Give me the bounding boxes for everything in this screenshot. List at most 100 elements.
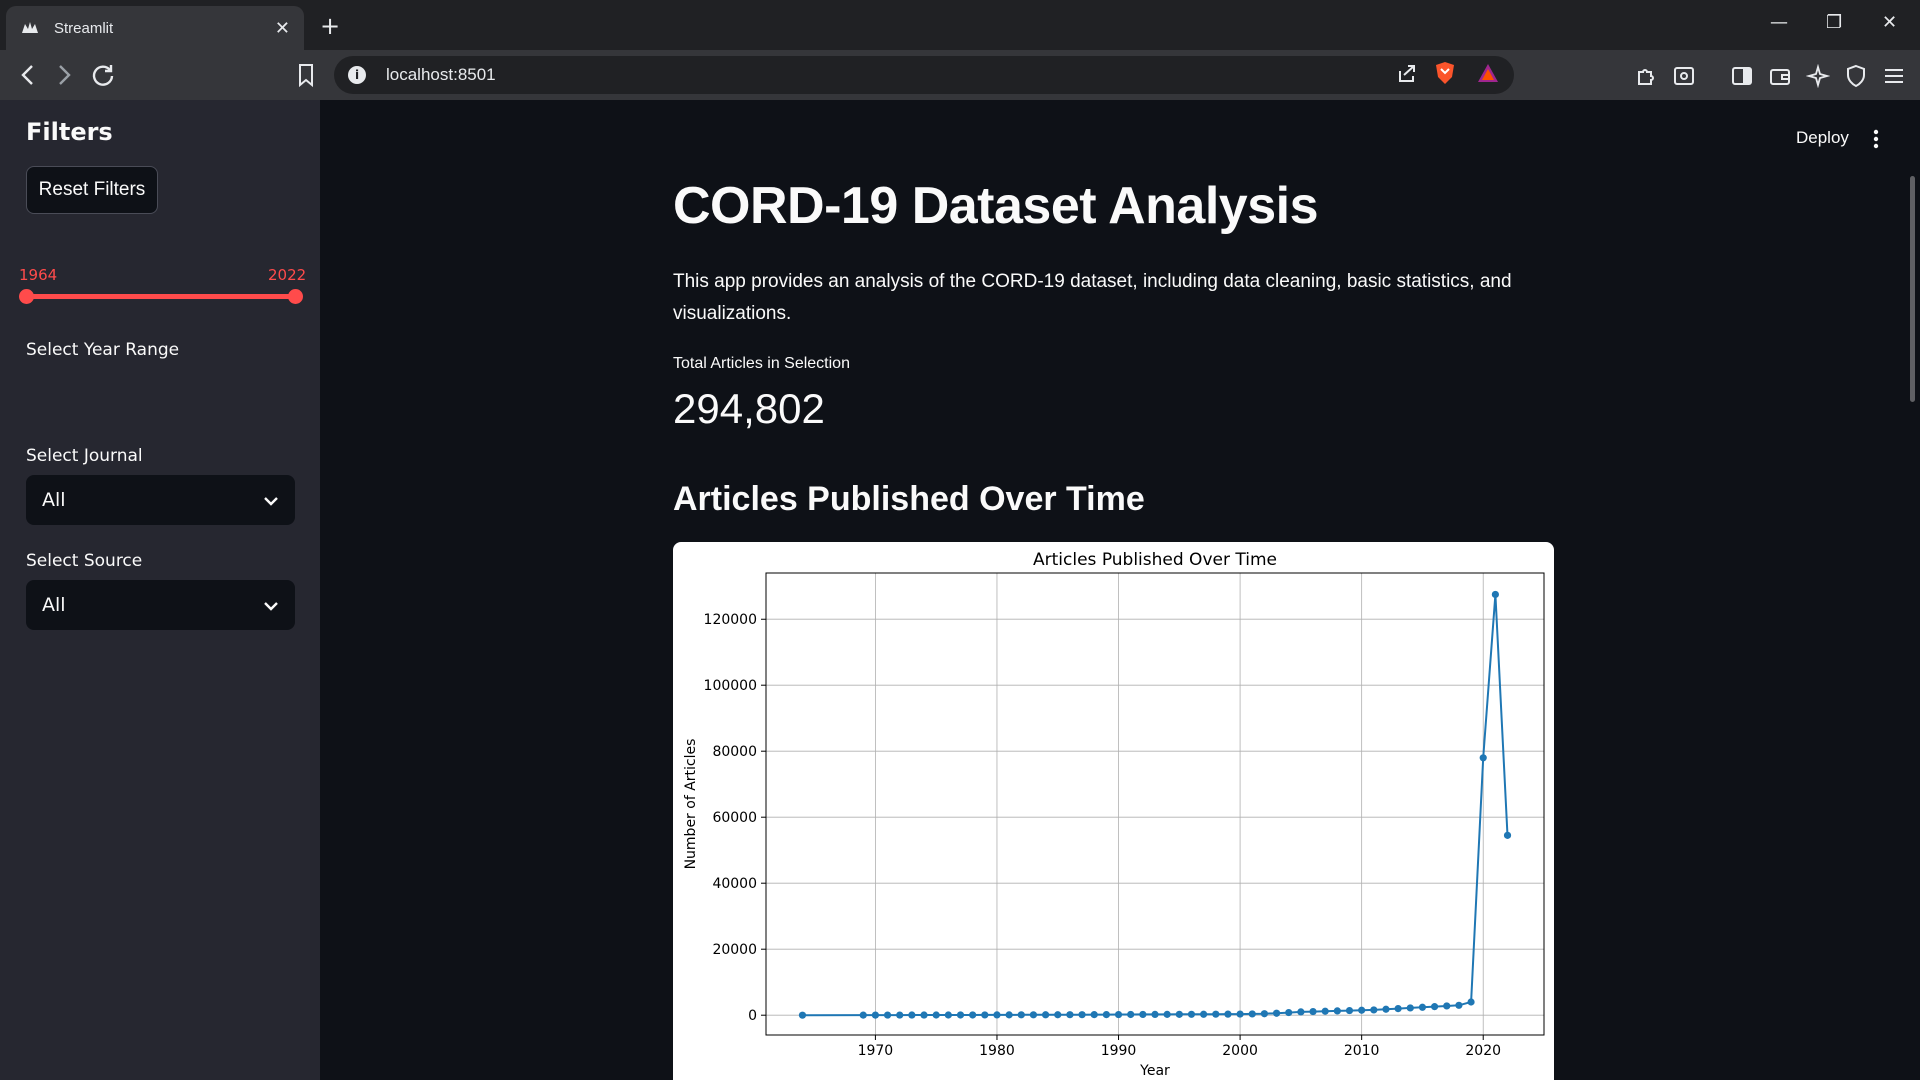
data-point (932, 1011, 940, 1019)
year-range-max-value: 2022 (268, 266, 307, 284)
metric-value: 294,802 (673, 385, 825, 432)
y-tick-label: 100000 (704, 678, 757, 694)
y-tick-label: 40000 (712, 876, 757, 892)
data-point (1066, 1011, 1074, 1019)
browser-tab[interactable]: Streamlit ✕ (6, 6, 304, 50)
data-point (1455, 1001, 1463, 1009)
data-point (1127, 1010, 1135, 1019)
data-point (908, 1011, 916, 1019)
data-point (1479, 754, 1487, 762)
x-axis-label: Year (1139, 1063, 1170, 1079)
reload-icon[interactable] (90, 62, 116, 92)
back-icon[interactable] (18, 62, 38, 92)
new-tab-icon[interactable]: + (320, 12, 340, 40)
reader-icon[interactable] (1672, 64, 1696, 92)
y-tick-label: 60000 (712, 810, 757, 826)
x-tick-label: 1970 (858, 1043, 894, 1059)
journal-select[interactable]: All (26, 475, 295, 525)
data-point (1090, 1011, 1098, 1019)
data-point (1236, 1010, 1244, 1018)
url-text: localhost:8501 (386, 65, 496, 84)
x-tick-label: 1980 (979, 1043, 1015, 1059)
data-point (1212, 1010, 1220, 1018)
page-description: This app provides an analysis of the COR… (673, 271, 1512, 324)
x-tick-label: 2000 (1222, 1043, 1258, 1059)
y-tick-label: 20000 (712, 942, 757, 958)
x-tick-label: 2010 (1344, 1043, 1380, 1059)
plot-frame (765, 572, 1545, 1036)
tab-close-icon[interactable]: ✕ (275, 18, 290, 39)
section-title: Articles Published Over Time (673, 480, 1145, 518)
chevron-down-icon (263, 596, 279, 615)
extensions-icon[interactable] (1634, 64, 1658, 92)
data-point (1260, 1010, 1269, 1018)
chart-title: Articles Published Over Time (1033, 550, 1277, 570)
data-point (883, 1011, 892, 1019)
data-point (896, 1011, 904, 1019)
address-bar[interactable]: i localhost:8501 (334, 56, 1514, 94)
data-point (1017, 1011, 1025, 1019)
metric-label: Total Articles in Selection (673, 355, 850, 372)
leo-ai-icon[interactable] (1805, 63, 1831, 92)
deploy-button[interactable]: Deploy (1796, 128, 1849, 148)
data-point (1345, 1006, 1354, 1015)
share-icon[interactable] (1396, 62, 1418, 88)
data-point (1272, 1009, 1281, 1017)
year-range-low-thumb[interactable] (19, 289, 34, 304)
chart-card: 1970 1980 1990 2000 2010 2020 0 20000 40000 60000… (673, 542, 1554, 1080)
x-tick-label: 2020 (1465, 1043, 1501, 1059)
minimize-icon[interactable]: — (1770, 12, 1788, 33)
vpn-icon[interactable] (1844, 64, 1868, 92)
data-point (1285, 1008, 1293, 1017)
data-point (1430, 1003, 1439, 1011)
sidebar-toggle-icon[interactable] (1730, 64, 1754, 92)
restore-icon[interactable]: ❐ (1826, 12, 1842, 33)
data-point (920, 1011, 928, 1019)
menu-icon[interactable] (1882, 64, 1906, 92)
journal-select-label: Select Journal (26, 446, 143, 466)
y-tick-label: 0 (748, 1008, 757, 1024)
data-point (1175, 1010, 1183, 1018)
streamlit-favicon-icon (20, 18, 40, 38)
data-point (1078, 1011, 1086, 1019)
brave-rewards-icon[interactable] (1476, 62, 1500, 88)
chevron-down-icon (263, 491, 279, 510)
year-range-slider-track[interactable] (26, 294, 295, 299)
y-tick-label: 120000 (704, 612, 757, 628)
source-select[interactable]: All (26, 580, 295, 630)
data-point (1151, 1010, 1159, 1019)
data-point (1139, 1010, 1147, 1019)
year-range-high-thumb[interactable] (288, 289, 303, 304)
y-axis-label: Number of Articles (683, 739, 699, 870)
data-point (1041, 1011, 1050, 1019)
data-point (871, 1011, 880, 1019)
site-info-icon[interactable]: i (348, 66, 366, 84)
reset-filters-button[interactable]: Reset Filters (26, 166, 158, 214)
main-menu-icon[interactable] (1872, 128, 1880, 154)
data-point (1297, 1008, 1305, 1016)
x-tick-label: 1990 (1101, 1043, 1137, 1059)
brave-shield-icon[interactable] (1434, 61, 1456, 89)
wallet-icon[interactable] (1768, 64, 1792, 92)
data-point (1005, 1011, 1013, 1019)
data-point (1029, 1011, 1038, 1019)
year-range-min-value: 1964 (19, 266, 58, 284)
close-window-icon[interactable]: ✕ (1882, 12, 1897, 33)
source-select-value: All (42, 594, 66, 616)
data-point (1443, 1002, 1451, 1010)
page-scrollbar[interactable] (1910, 176, 1915, 402)
data-point (956, 1011, 965, 1019)
data-point (1309, 1007, 1317, 1016)
forward-icon[interactable] (54, 62, 74, 92)
data-point (1248, 1010, 1256, 1018)
data-point (1054, 1011, 1062, 1019)
bookmark-icon[interactable] (296, 62, 316, 92)
data-point (1382, 1005, 1390, 1013)
data-point (1321, 1007, 1329, 1015)
data-point (1102, 1011, 1110, 1019)
y-tick-label: 80000 (712, 744, 757, 760)
series-line (802, 594, 1509, 1017)
sidebar-title: Filters (26, 118, 113, 146)
data-point (1200, 1010, 1208, 1018)
data-point (1503, 831, 1512, 839)
